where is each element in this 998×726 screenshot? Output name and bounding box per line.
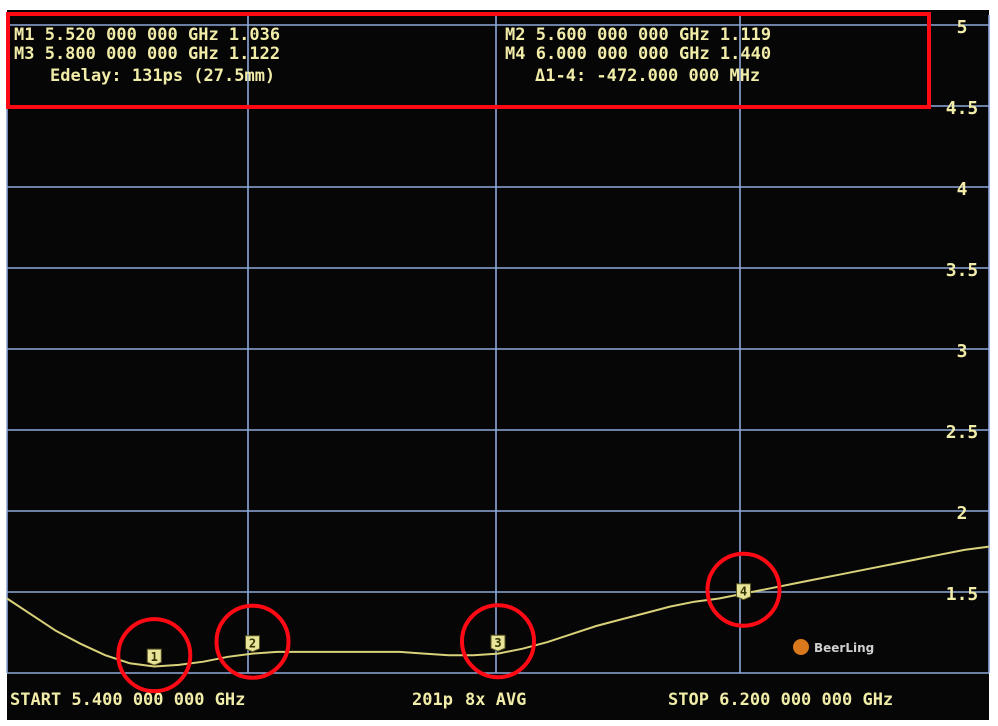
marker-m2-readout: M2 5.600 000 000 GHz 1.119 xyxy=(505,25,771,45)
marker-1: 1 xyxy=(146,648,162,666)
vna-screen: 1 2 3 4 5 4.5 4 3.5 3 2.5 2 1.5 M1 5.520 000 000 G… xyxy=(0,0,998,726)
sweep-points: 201p xyxy=(412,690,453,710)
marker-m4-readout: M4 6.000 000 000 GHz 1.440 xyxy=(505,44,771,64)
sweep-footer: START 5.400 000 000 GHz 201p 8x AVG STOP… xyxy=(10,690,893,710)
averaging: 8x AVG xyxy=(465,690,526,710)
marker-4: 4 xyxy=(736,583,751,601)
y-tick-label: 3.5 xyxy=(946,260,979,281)
marker-number: 3 xyxy=(494,636,501,650)
marker-2: 2 xyxy=(245,635,260,653)
y-tick-label: 2 xyxy=(957,503,968,524)
marker-number: 1 xyxy=(151,650,158,664)
y-tick-label: 5 xyxy=(957,17,968,38)
y-tick-label: 2.5 xyxy=(946,422,979,443)
marker-m3-readout: M3 5.800 000 000 GHz 1.122 xyxy=(14,44,280,64)
marker-number: 4 xyxy=(740,585,747,599)
edelay-readout: Edelay: 131ps (27.5mm) xyxy=(50,66,275,86)
delta-readout: Δ1-4: -472.000 000 MHz xyxy=(535,66,760,86)
y-tick-label: 4.5 xyxy=(946,98,979,119)
start-frequency: START 5.400 000 000 GHz xyxy=(10,690,245,710)
stop-frequency: STOP 6.200 000 000 GHz xyxy=(668,690,893,710)
watermark-text: BeerLing xyxy=(814,641,874,655)
marker-m1-readout: M1 5.520 000 000 GHz 1.036 xyxy=(14,25,280,45)
y-tick-label: 1.5 xyxy=(946,584,979,605)
watermark-logo-icon xyxy=(793,639,809,655)
y-tick-label: 3 xyxy=(957,341,968,362)
marker-3: 3 xyxy=(490,634,506,652)
watermark-logo: BeerLing xyxy=(793,639,874,655)
marker-number: 2 xyxy=(249,637,256,651)
plot-background xyxy=(7,10,989,720)
y-tick-label: 4 xyxy=(957,179,968,200)
